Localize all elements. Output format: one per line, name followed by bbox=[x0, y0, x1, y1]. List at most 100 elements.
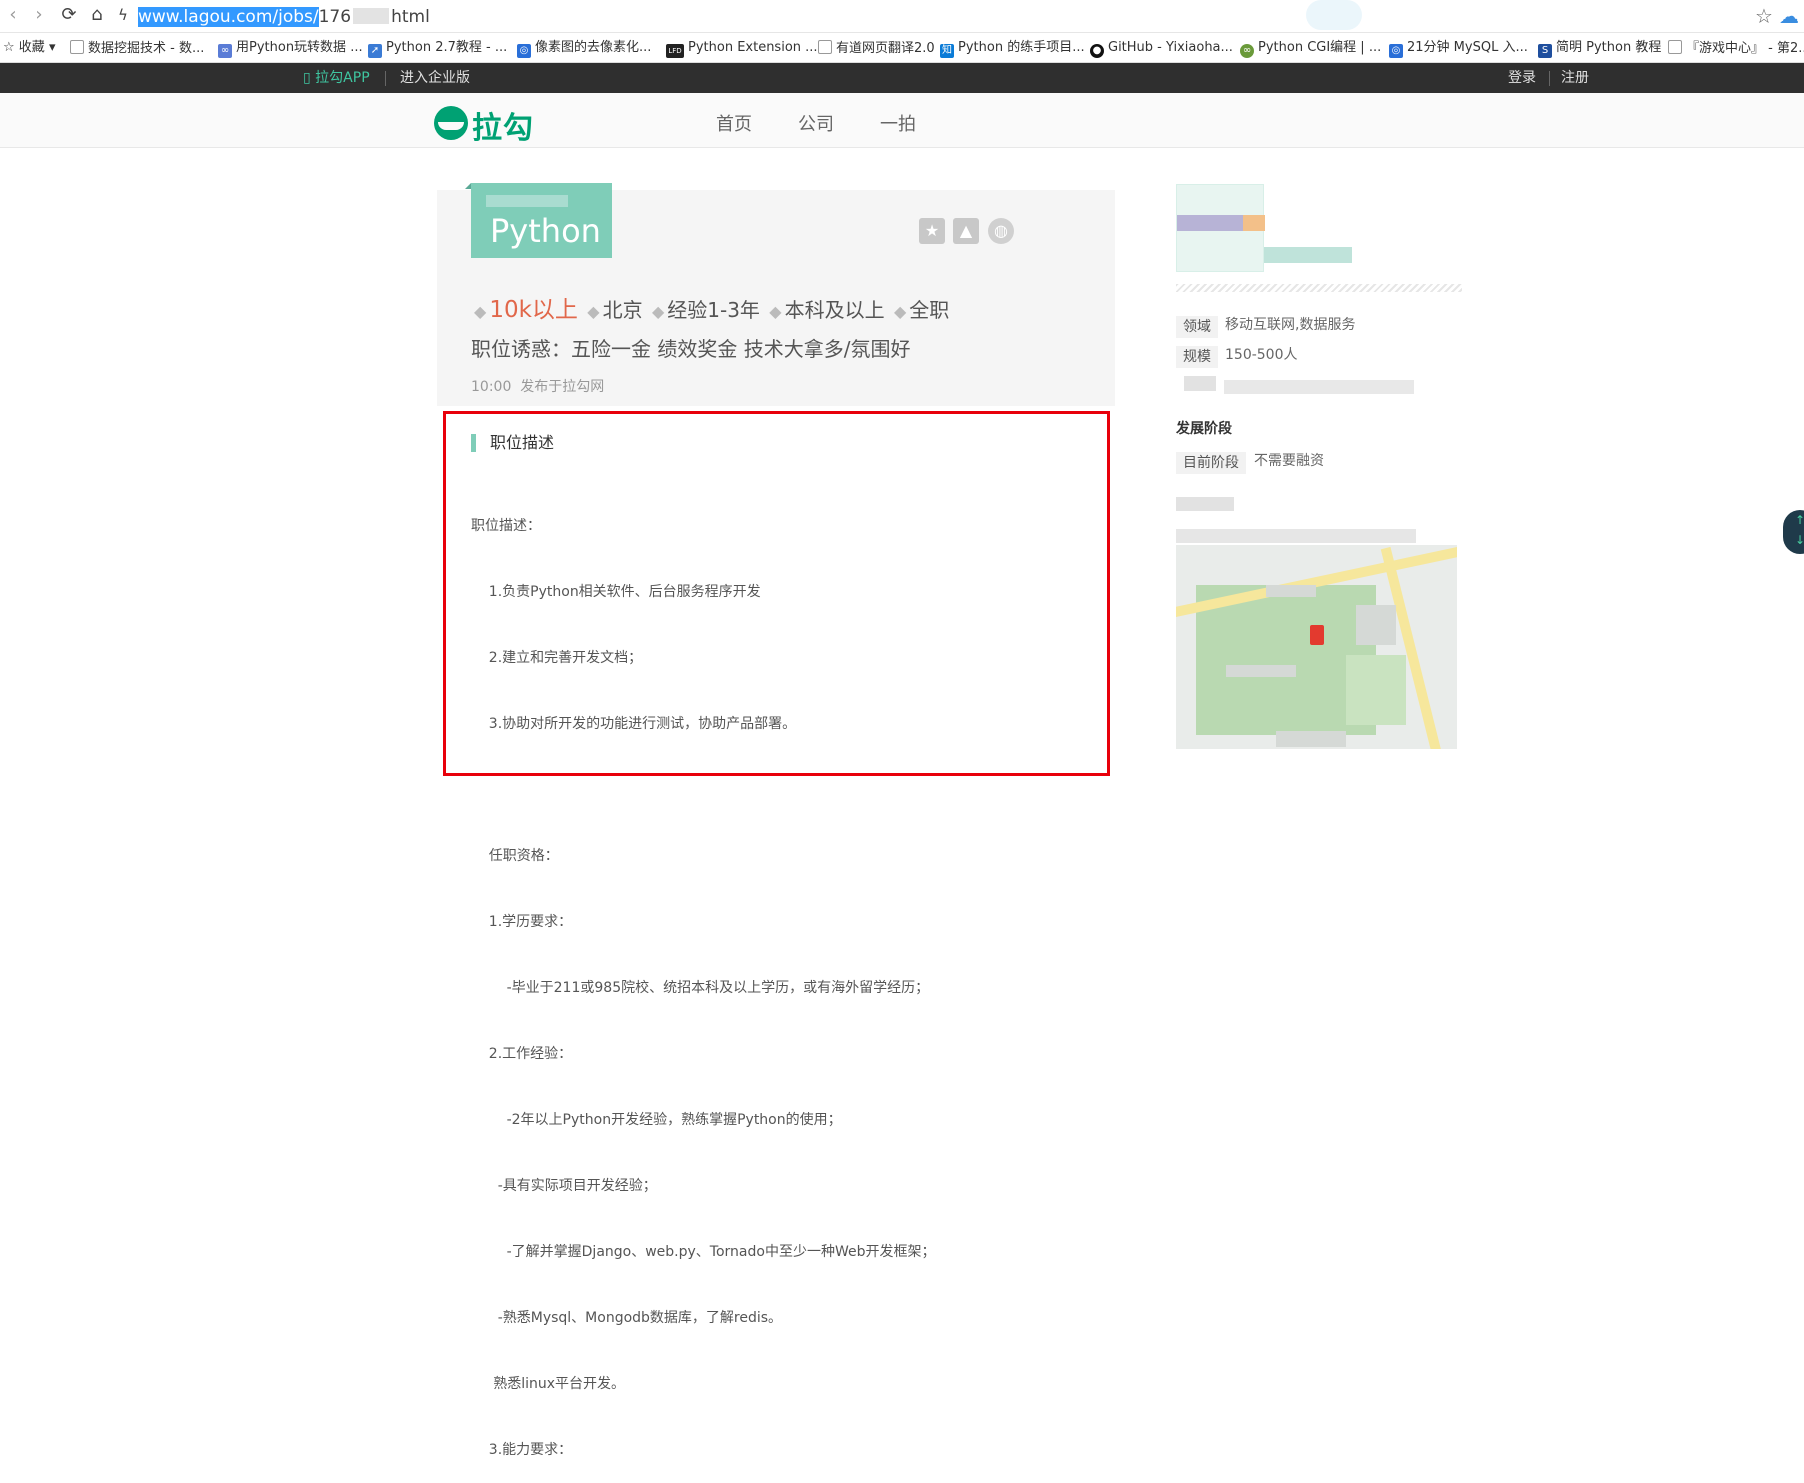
cloud-decoration-icon bbox=[1306, 0, 1362, 30]
redacted-address bbox=[1176, 529, 1416, 543]
back-icon[interactable]: ‹ bbox=[2, 4, 24, 26]
publish-time: 10:00 bbox=[471, 379, 512, 395]
report-warning-icon[interactable]: ▲ bbox=[953, 218, 979, 244]
stage-label: 目前阶段 bbox=[1176, 452, 1246, 474]
bookmark-item[interactable]: LFD Python Extension ... bbox=[666, 40, 818, 58]
forward-icon[interactable]: › bbox=[28, 4, 50, 26]
star-icon[interactable]: ☆ bbox=[1755, 4, 1773, 28]
bookmark-item[interactable]: 数据挖掘技术 - 数... bbox=[70, 40, 204, 57]
chevron-down-icon: ▾ bbox=[48, 40, 56, 55]
url-job-id-prefix: 176 bbox=[318, 7, 352, 27]
site-logo-text[interactable]: 拉勾 bbox=[472, 103, 534, 147]
nav-home[interactable]: 首页 bbox=[716, 110, 752, 136]
bookmark-item[interactable]: ◎ 像素图的去像素化... bbox=[517, 40, 651, 58]
company-name-redacted bbox=[486, 195, 568, 207]
bookmark-item[interactable]: 『游戏中心』 - 第2... bbox=[1668, 40, 1804, 57]
site-icon: ◎ bbox=[1389, 44, 1403, 58]
url-field[interactable]: www.lagou.com/jobs/176 html bbox=[138, 6, 430, 28]
bookmark-item[interactable]: ● GitHub - Yixiaoha... bbox=[1090, 40, 1233, 58]
description-line: 任职资格： bbox=[471, 848, 559, 864]
divider bbox=[1549, 71, 1550, 86]
scale-value: 150-500人 bbox=[1225, 347, 1298, 363]
scale-label: 规模 bbox=[1176, 346, 1218, 368]
link-icon: ∞ bbox=[218, 44, 232, 58]
description-line bbox=[471, 779, 935, 801]
scroll-arrows-icon[interactable]: ↑ ↓ bbox=[1783, 510, 1804, 554]
favorite-star-icon[interactable]: ★ bbox=[919, 218, 945, 244]
description-line: 3.能力要求： bbox=[471, 1442, 573, 1458]
field-label: 领域 bbox=[1176, 316, 1218, 338]
top-utility-bar: ▯ 拉勾APP 进入企业版 登录 注册 bbox=[0, 63, 1804, 93]
job-perks: 职位诱惑：五险一金 绩效奖金 技术大拿多/氛围好 bbox=[471, 337, 911, 361]
bookmark-favorites[interactable]: ☆ 收藏 ▾ bbox=[3, 40, 55, 56]
page-icon bbox=[70, 40, 84, 54]
description-line: -了解并掌握Django、web.py、Tornado中至少一种Web开发框架； bbox=[471, 1244, 936, 1260]
description-body: 职位描述： 1.负责Python相关软件、后台服务程序开发 2.建立和完善开发文… bbox=[471, 471, 935, 1483]
description-line: 职位描述： bbox=[471, 518, 541, 534]
bookmark-item[interactable]: ∞ 用Python玩转数据 ... bbox=[218, 40, 363, 58]
enterprise-link[interactable]: 进入企业版 bbox=[400, 69, 470, 87]
bookmarks-bar: ☆ 收藏 ▾ 数据挖掘技术 - 数... ∞ 用Python玩转数据 ... ➚ P… bbox=[0, 33, 1804, 63]
salary-value: 10k以上 bbox=[489, 297, 578, 323]
publish-info: 10:00 发布于拉勾网 bbox=[471, 376, 604, 396]
url-suffix: html bbox=[391, 7, 430, 27]
browser-address-bar: ‹ › ⟳ ⌂ ϟ www.lagou.com/jobs/176 html ☆ ☁ bbox=[0, 0, 1804, 33]
redacted-website bbox=[1224, 380, 1414, 394]
bookmark-item[interactable]: ◎ 21分钟 MySQL 入... bbox=[1389, 40, 1528, 58]
job-requirements-row: ◆ 10k以上 ◆ 北京 ◆ 经验1-3年 ◆ 本科及以上 ◆ 全职 bbox=[471, 290, 949, 324]
stage-title: 发展阶段 bbox=[1176, 421, 1232, 437]
nav-company[interactable]: 公司 bbox=[798, 110, 834, 136]
job-type-value: 全职 bbox=[909, 298, 950, 322]
description-line: 1.负责Python相关软件、后台服务程序开发 bbox=[471, 584, 761, 600]
bookmark-item[interactable]: ➚ Python 2.7教程 - ... bbox=[368, 40, 507, 58]
experience-value: 经验1-3年 bbox=[667, 298, 760, 322]
bookmark-item[interactable]: 有道网页翻译2.0 bbox=[818, 40, 935, 57]
page-icon bbox=[818, 40, 832, 54]
github-icon: ● bbox=[1090, 44, 1104, 58]
field-value: 移动互联网,数据服务 bbox=[1225, 317, 1356, 333]
wechat-share-icon[interactable]: ◍ bbox=[988, 218, 1014, 244]
stage-value: 不需要融资 bbox=[1254, 453, 1324, 469]
description-line: 2.建立和完善开发文档； bbox=[471, 650, 643, 666]
description-line: -2年以上Python开发经验，熟练掌握Python的使用； bbox=[471, 1112, 842, 1128]
map-pin-icon bbox=[1310, 625, 1324, 645]
redacted-label bbox=[1184, 376, 1216, 391]
description-line: 2.工作经验： bbox=[471, 1046, 573, 1062]
description-heading: 职位描述 bbox=[471, 434, 554, 452]
divider bbox=[385, 71, 386, 86]
star-outline-icon: ☆ bbox=[3, 40, 15, 55]
description-line: 熟悉linux平台开发。 bbox=[471, 1376, 626, 1392]
lfd-icon: LFD bbox=[666, 44, 684, 58]
description-line: -毕业于211或985院校、统招本科及以上学历，或有海外留学经历； bbox=[471, 980, 930, 996]
education-value: 本科及以上 bbox=[784, 298, 885, 322]
description-line: -熟悉Mysql、Mongodb数据库，了解redis。 bbox=[471, 1310, 783, 1326]
page-icon bbox=[1668, 40, 1682, 54]
url-selected-text: www.lagou.com/jobs/ bbox=[138, 7, 319, 27]
zhihu-icon: 知 bbox=[940, 44, 954, 58]
bookmark-item[interactable]: S 简明 Python 教程 bbox=[1538, 40, 1661, 58]
rocket-icon: ➚ bbox=[368, 44, 382, 58]
tag-icon: ◆ bbox=[587, 302, 600, 321]
app-link[interactable]: ▯ 拉勾APP bbox=[303, 69, 370, 87]
login-link[interactable]: 登录 bbox=[1508, 69, 1536, 87]
bookmark-item[interactable]: ∞ Python CGI编程 | ... bbox=[1240, 40, 1381, 58]
city-value: 北京 bbox=[602, 298, 643, 322]
company-location-map[interactable] bbox=[1176, 545, 1457, 749]
tag-icon: ◆ bbox=[893, 302, 907, 321]
site-icon: ◎ bbox=[517, 44, 531, 58]
reload-icon[interactable]: ⟳ bbox=[58, 4, 80, 26]
url-redacted bbox=[353, 8, 390, 24]
nav-yipai[interactable]: 一拍 bbox=[880, 110, 916, 136]
cloud-icon[interactable]: ☁ bbox=[1779, 4, 1799, 28]
lagou-logo-icon[interactable] bbox=[434, 106, 468, 140]
tag-icon: ◆ bbox=[769, 302, 782, 321]
register-link[interactable]: 注册 bbox=[1561, 69, 1589, 87]
bookmark-item[interactable]: 知 Python 的练手项目... bbox=[940, 40, 1085, 58]
company-logo[interactable] bbox=[1176, 184, 1265, 272]
phone-icon: ▯ bbox=[303, 70, 311, 86]
redacted-heading bbox=[1176, 497, 1234, 511]
description-line: 1.学历要求： bbox=[471, 914, 573, 930]
tag-icon: ◆ bbox=[474, 302, 487, 321]
description-line: 3.协助对所开发的功能进行测试，协助产品部署。 bbox=[471, 716, 797, 732]
home-icon[interactable]: ⌂ bbox=[86, 4, 108, 26]
